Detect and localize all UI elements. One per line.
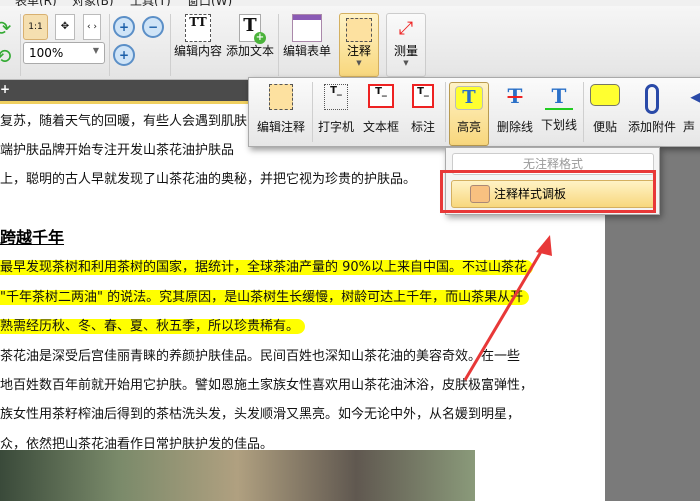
callout-arrow — [463, 235, 552, 381]
